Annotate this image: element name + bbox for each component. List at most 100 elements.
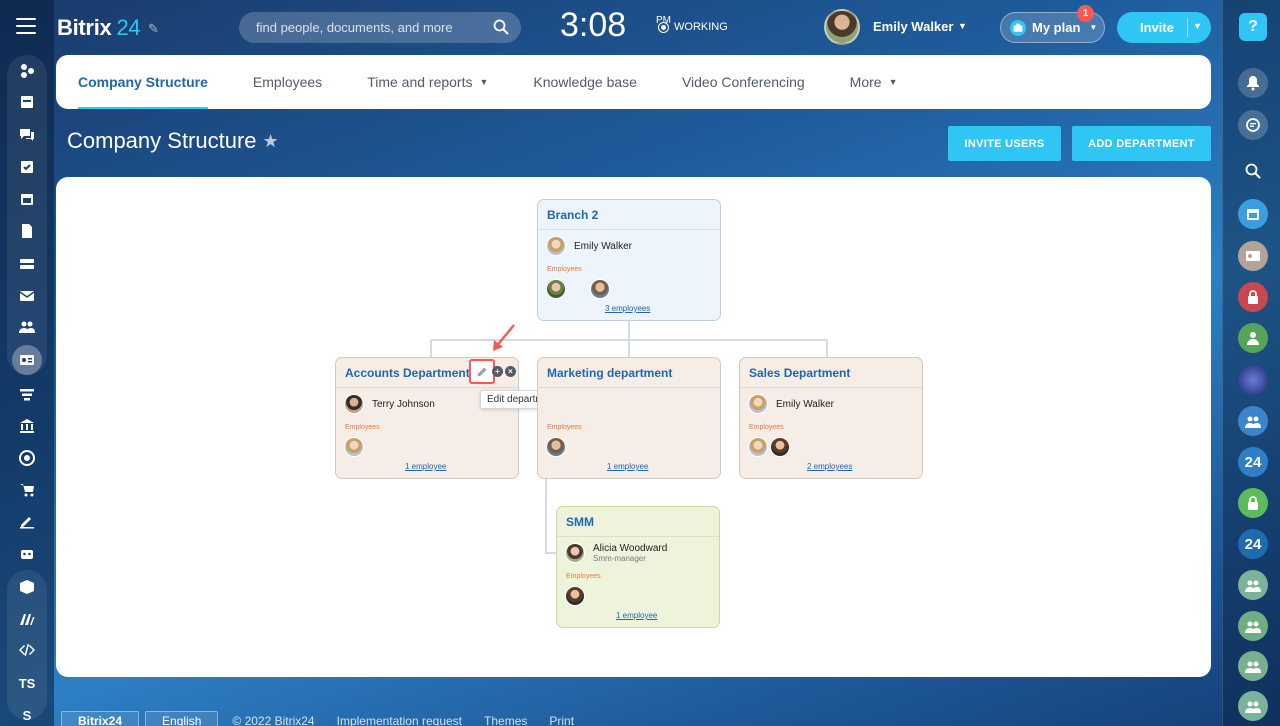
edit-logo-icon[interactable]: ✎ xyxy=(148,21,159,37)
activity-stream-icon[interactable] xyxy=(0,56,54,86)
invite-users-button[interactable]: INVITE USERS xyxy=(948,126,1061,161)
department-name[interactable]: SMM xyxy=(557,507,719,537)
group-icon[interactable] xyxy=(1238,691,1268,721)
language-selector[interactable]: English xyxy=(145,711,219,726)
mail-icon[interactable] xyxy=(0,281,54,311)
avatar xyxy=(344,394,364,414)
user-name[interactable]: Emily Walker xyxy=(873,19,953,34)
employee-count-link[interactable]: 1 employee xyxy=(616,611,657,620)
add-department-button[interactable]: ADD DEPARTMENT xyxy=(1072,126,1211,161)
drive-icon[interactable] xyxy=(0,249,54,279)
avatar[interactable] xyxy=(565,586,585,606)
box-icon[interactable] xyxy=(0,572,54,602)
avatar[interactable] xyxy=(546,279,566,299)
tab-company-structure[interactable]: Company Structure xyxy=(78,55,208,109)
search-input[interactable]: find people, documents, and more xyxy=(239,12,521,43)
star-icon[interactable]: ★ xyxy=(263,131,279,152)
logo-text: Bitrix xyxy=(57,15,112,40)
footer-link[interactable]: Print xyxy=(541,711,582,726)
employee-count-link[interactable]: 2 employees xyxy=(807,462,852,471)
help-button[interactable]: ? xyxy=(1239,13,1267,41)
bank-icon[interactable] xyxy=(0,411,54,441)
search-icon[interactable] xyxy=(1238,156,1268,186)
work-status[interactable]: WORKING xyxy=(658,21,728,33)
group-icon[interactable] xyxy=(1238,611,1268,641)
tab-employees[interactable]: Employees xyxy=(253,55,322,109)
chat-icon[interactable] xyxy=(0,120,54,150)
group-icon[interactable] xyxy=(1238,570,1268,600)
employees-card-icon[interactable] xyxy=(0,345,54,375)
chevron-down-icon[interactable]: ▼ xyxy=(1193,21,1202,31)
bitrix24-icon[interactable]: 24 xyxy=(1238,529,1268,559)
employee-count-link[interactable]: 1 employee xyxy=(607,462,648,471)
avatar[interactable] xyxy=(590,279,610,299)
groups-icon[interactable] xyxy=(0,312,54,342)
logo-number: 24 xyxy=(116,15,141,40)
tab-more[interactable]: More ▼ xyxy=(850,55,898,109)
employees-label: Employees xyxy=(547,424,582,431)
avatar[interactable] xyxy=(824,9,860,45)
user-icon[interactable] xyxy=(1238,323,1268,353)
chevron-down-icon[interactable]: ▼ xyxy=(958,21,967,31)
crm-funnel-icon[interactable] xyxy=(0,380,54,410)
department-head[interactable]: Emily Walker xyxy=(748,394,834,414)
signature-icon[interactable] xyxy=(0,506,54,536)
department-name[interactable]: Branch 2 xyxy=(538,200,720,230)
department-card-marketing[interactable]: Marketing department Employees 1 employe… xyxy=(537,357,721,479)
target-icon[interactable] xyxy=(0,443,54,473)
search-icon[interactable] xyxy=(493,19,509,35)
department-card-sales[interactable]: Sales Department Emily Walker Employees … xyxy=(739,357,923,479)
department-name[interactable]: Sales Department xyxy=(740,358,922,388)
employee-count-link[interactable]: 3 employees xyxy=(605,304,650,313)
add-subdepartment-icon[interactable]: + xyxy=(492,366,503,377)
tab-knowledge-base[interactable]: Knowledge base xyxy=(533,55,637,109)
avatar[interactable] xyxy=(748,437,768,457)
avatar[interactable] xyxy=(344,437,364,457)
close-icon[interactable]: × xyxy=(505,366,516,377)
tab-video-conferencing[interactable]: Video Conferencing xyxy=(682,55,805,109)
lock-icon[interactable] xyxy=(1238,488,1268,518)
calendar-icon[interactable] xyxy=(0,184,54,214)
hamburger-menu-icon[interactable] xyxy=(16,18,36,34)
invite-label: Invite xyxy=(1140,20,1174,35)
bell-icon[interactable] xyxy=(1238,68,1268,98)
group-icon[interactable] xyxy=(1238,651,1268,681)
annotation-arrow-icon xyxy=(493,324,515,351)
calendar-icon[interactable] xyxy=(1238,199,1268,229)
invite-button[interactable]: Invite ▼ xyxy=(1117,12,1211,43)
department-name[interactable]: Marketing department xyxy=(538,358,720,388)
avatar[interactable] xyxy=(546,437,566,457)
clock-time: 3:08 xyxy=(560,6,627,44)
avatar[interactable] xyxy=(770,437,790,457)
department-head[interactable]: Alicia Woodward Smm-manager xyxy=(565,543,667,563)
sidebar-item-ts[interactable]: TS xyxy=(0,668,54,698)
document-icon[interactable] xyxy=(0,216,54,246)
clock[interactable]: 3:08 PM xyxy=(560,6,671,45)
checklist-icon[interactable] xyxy=(0,152,54,182)
footer-brand-button[interactable]: Bitrix24 xyxy=(61,711,140,726)
footer-link[interactable]: Themes xyxy=(476,711,535,726)
footer-link[interactable]: Implementation request xyxy=(329,711,470,726)
tab-time-and-reports[interactable]: Time and reports ▼ xyxy=(367,55,488,109)
sidebar-item-s[interactable]: S xyxy=(0,700,54,726)
avatar xyxy=(565,543,585,563)
employee-count-link[interactable]: 1 employee xyxy=(405,462,446,471)
lock-icon[interactable] xyxy=(1238,282,1268,312)
messenger-icon[interactable] xyxy=(1238,110,1268,140)
department-head[interactable]: Terry Johnson xyxy=(344,394,435,414)
tasks-icon[interactable] xyxy=(0,87,54,117)
cart-icon[interactable] xyxy=(0,475,54,505)
developer-icon[interactable] xyxy=(0,635,54,665)
employees-label: Employees xyxy=(345,424,380,431)
bitrix24-icon[interactable]: 24 xyxy=(1238,447,1268,477)
notification-badge: 1 xyxy=(1077,5,1094,22)
department-card-branch2[interactable]: Branch 2 Emily Walker Employees 3 employ… xyxy=(537,199,721,321)
contact-card-icon[interactable] xyxy=(1238,241,1268,271)
department-head[interactable]: Emily Walker xyxy=(546,236,632,256)
marketplace-icon[interactable] xyxy=(0,604,54,634)
avatar[interactable] xyxy=(1238,365,1268,395)
group-chat-icon[interactable] xyxy=(1238,406,1268,436)
bitrix-logo[interactable]: Bitrix 24 xyxy=(57,15,141,41)
department-card-smm[interactable]: SMM Alicia Woodward Smm-manager Employee… xyxy=(556,506,720,628)
robot-icon[interactable] xyxy=(0,538,54,568)
